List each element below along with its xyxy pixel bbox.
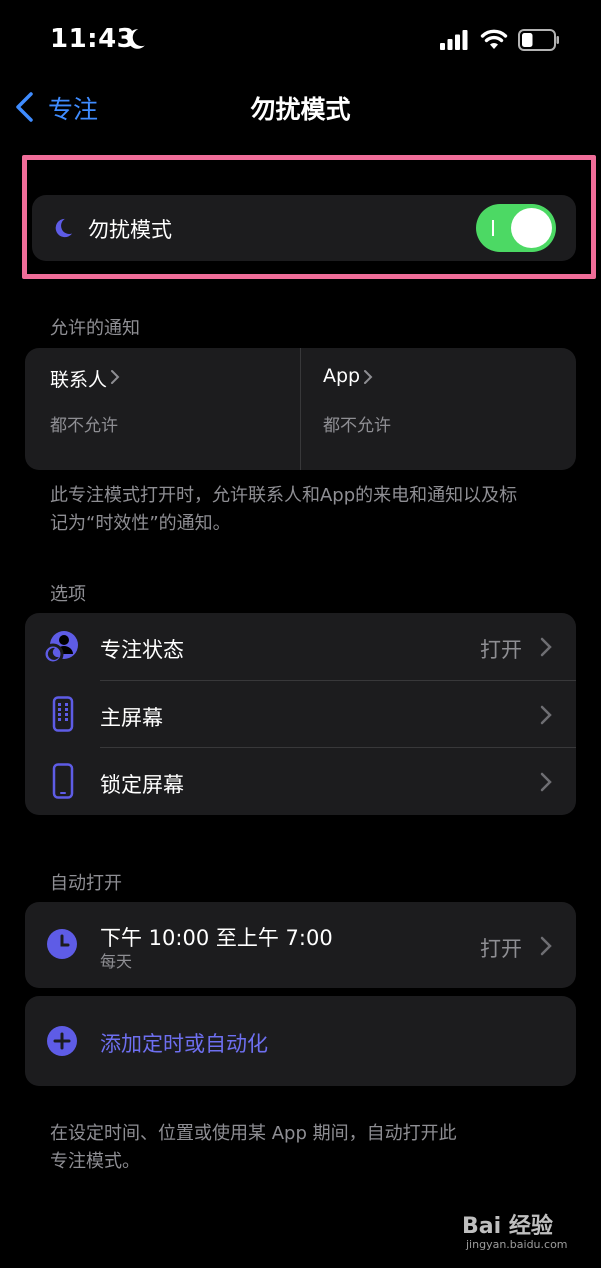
- auto-footnote-line1: 在设定时间、位置或使用某 App 期间，自动打开此: [50, 1123, 457, 1144]
- page-title: 勿扰模式: [250, 95, 351, 124]
- focus-status-icon: [42, 631, 78, 665]
- highlight-annotation: [22, 155, 596, 279]
- focus-status-label: 专注状态: [100, 638, 184, 662]
- chevron-right-icon: [540, 637, 552, 657]
- home-screen-icon: [52, 696, 74, 732]
- apps-cell-subtitle: 都不允许: [323, 416, 391, 436]
- home-screen-label: 主屏幕: [100, 706, 163, 730]
- chevron-right-icon: [540, 705, 552, 725]
- clock-icon: [47, 929, 77, 959]
- options-header: 选项: [50, 584, 86, 605]
- wifi-icon: [480, 29, 508, 49]
- moon-icon: [127, 29, 145, 49]
- battery-icon: [518, 29, 559, 51]
- people-cell-title[interactable]: 联系人: [50, 365, 107, 392]
- auto-open-header: 自动打开: [50, 873, 122, 894]
- apps-cell-title[interactable]: App: [323, 365, 360, 387]
- add-schedule-label: 添加定时或自动化: [100, 1032, 268, 1056]
- lock-screen-icon: [52, 763, 74, 799]
- focus-status-value: 打开: [480, 638, 522, 662]
- chevron-right-icon: [540, 772, 552, 792]
- chevron-right-icon: [364, 370, 373, 384]
- lock-screen-label: 锁定屏幕: [100, 773, 184, 797]
- cellular-signal-icon: [440, 30, 468, 50]
- schedule-time: 下午 10:00 至上午 7:00: [100, 926, 333, 950]
- plus-icon: [47, 1026, 77, 1056]
- divider: [300, 348, 301, 470]
- chevron-right-icon: [540, 936, 552, 956]
- auto-footnote-line2: 专注模式。: [50, 1151, 140, 1172]
- schedule-value: 打开: [480, 937, 522, 961]
- watermark-logo: Bai 经验: [462, 1214, 553, 1239]
- people-cell-subtitle: 都不允许: [50, 416, 118, 436]
- allowed-footnote-line2: 记为“时效性”的通知。: [50, 513, 231, 534]
- watermark-url: jingyan.baidu.com: [466, 1238, 568, 1251]
- chevron-right-icon: [111, 370, 120, 384]
- allowed-footnote-line1: 此专注模式打开时，允许联系人和App的来电和通知以及标: [50, 485, 518, 506]
- schedule-repeat: 每天: [100, 952, 133, 971]
- allowed-notifications-header: 允许的通知: [50, 318, 140, 339]
